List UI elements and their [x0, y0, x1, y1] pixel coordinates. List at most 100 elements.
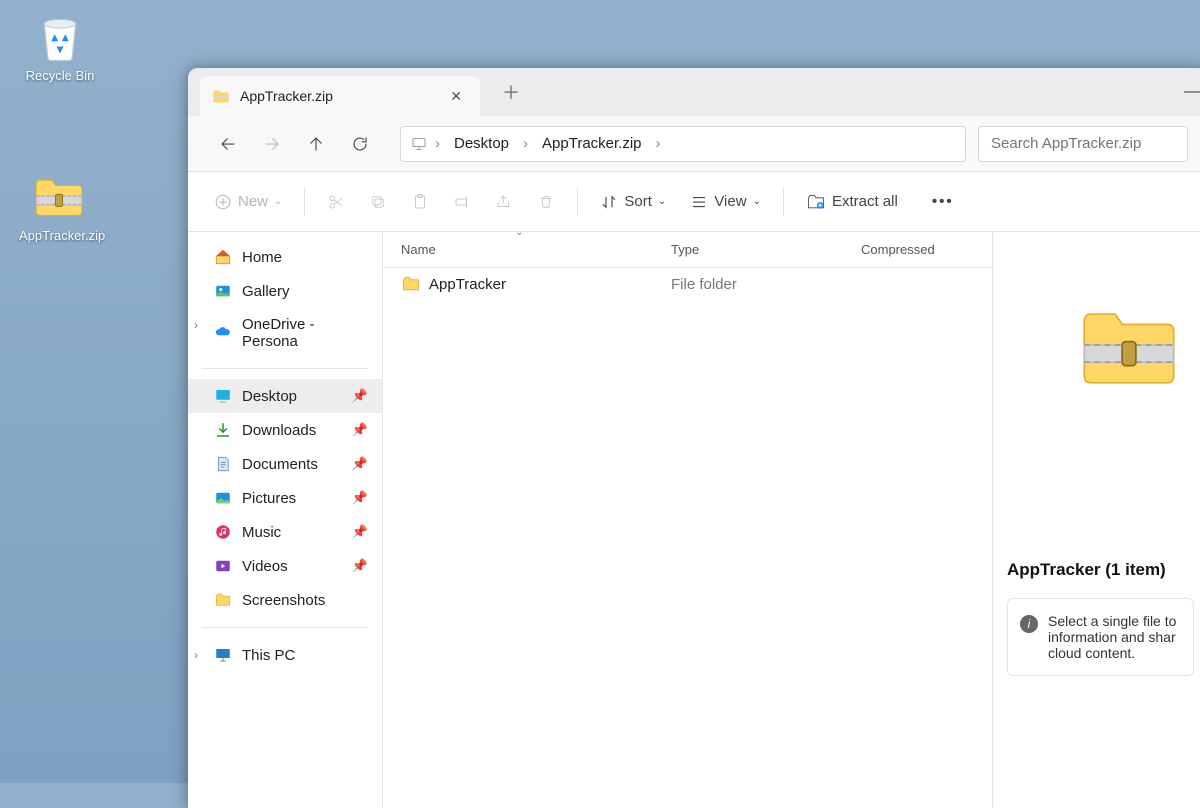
extract-all-button[interactable]: Extract all	[796, 186, 908, 218]
file-name: AppTracker	[429, 276, 506, 293]
pin-icon[interactable]: 📌	[352, 524, 368, 540]
sort-indicator-icon: ⌄	[515, 232, 523, 238]
share-icon	[495, 193, 513, 211]
details-title: AppTracker (1 item)	[1007, 560, 1194, 580]
view-button[interactable]: View ⌄	[680, 187, 771, 217]
arrow-right-icon	[263, 135, 281, 153]
minimize-button[interactable]: —	[1176, 83, 1200, 101]
zip-folder-icon	[31, 168, 87, 224]
sidebar-item-downloads[interactable]: Downloads 📌	[188, 413, 382, 447]
onedrive-icon	[214, 324, 232, 342]
sidebar-item-home[interactable]: Home	[188, 240, 382, 274]
sidebar-item-label: Pictures	[242, 490, 296, 507]
pin-icon[interactable]: 📌	[352, 490, 368, 506]
file-type: File folder	[671, 276, 861, 293]
videos-icon	[214, 557, 232, 575]
refresh-icon	[351, 135, 369, 153]
sidebar-item-label: Screenshots	[242, 592, 325, 609]
file-row-apptracker[interactable]: AppTracker File folder	[383, 268, 992, 300]
new-button[interactable]: New ⌄	[204, 187, 292, 217]
sidebar: Home Gallery › OneDrive - Persona Deskto…	[188, 232, 383, 808]
tab-close-button[interactable]: ✕	[444, 84, 468, 109]
tab-title: AppTracker.zip	[240, 88, 434, 104]
plus-circle-icon	[214, 193, 232, 211]
sidebar-item-label: Downloads	[242, 422, 316, 439]
paste-button[interactable]	[401, 187, 439, 217]
column-headers: ⌄ Name Type Compressed	[383, 232, 992, 268]
refresh-button[interactable]	[340, 126, 380, 162]
column-header-name[interactable]: Name	[401, 242, 671, 257]
pin-icon[interactable]: 📌	[352, 456, 368, 472]
recycle-bin-icon	[32, 8, 88, 64]
sidebar-item-pictures[interactable]: Pictures 📌	[188, 481, 382, 515]
up-button[interactable]	[296, 126, 336, 162]
copy-button[interactable]	[359, 187, 397, 217]
desktop-icon-recycle-bin[interactable]: Recycle Bin	[20, 8, 100, 83]
address-bar[interactable]: › Desktop › AppTracker.zip ›	[400, 126, 966, 162]
clipboard-icon	[411, 193, 429, 211]
monitor-icon	[411, 136, 427, 152]
sort-icon	[600, 193, 618, 211]
folder-icon	[214, 591, 232, 609]
sidebar-item-documents[interactable]: Documents 📌	[188, 447, 382, 481]
column-header-type[interactable]: Type	[671, 242, 861, 257]
desktop-icon-apptracker-zip[interactable]: AppTracker.zip	[19, 168, 99, 243]
back-button[interactable]	[208, 126, 248, 162]
sidebar-item-label: Music	[242, 524, 281, 541]
download-icon	[214, 421, 232, 439]
pin-icon[interactable]: 📌	[352, 422, 368, 438]
chevron-right-icon[interactable]: ›	[194, 318, 198, 332]
sidebar-item-label: Home	[242, 249, 282, 266]
breadcrumb-apptracker[interactable]: AppTracker.zip	[536, 135, 648, 152]
new-tab-button[interactable]: ＋	[492, 71, 530, 113]
tab-apptracker[interactable]: AppTracker.zip ✕	[200, 76, 480, 116]
desktop-icon	[214, 387, 232, 405]
sidebar-item-desktop[interactable]: Desktop 📌	[188, 379, 382, 413]
delete-button[interactable]	[527, 187, 565, 217]
sort-button[interactable]: Sort ⌄	[590, 187, 676, 217]
details-info-box: i Select a single file to information an…	[1007, 598, 1194, 676]
column-header-compressed[interactable]: Compressed	[861, 242, 992, 257]
arrow-up-icon	[307, 135, 325, 153]
share-button[interactable]	[485, 187, 523, 217]
toolbar: New ⌄ Sort ⌄ View ⌄ Extract all •••	[188, 172, 1200, 232]
breadcrumb-desktop[interactable]: Desktop	[448, 135, 515, 152]
sidebar-item-this-pc[interactable]: This PC	[188, 638, 382, 672]
home-icon	[214, 248, 232, 266]
view-list-icon	[690, 193, 708, 211]
more-button[interactable]: •••	[922, 187, 964, 216]
details-pane: AppTracker (1 item) i Select a single fi…	[993, 232, 1200, 808]
toolbar-label: New	[238, 193, 268, 210]
sidebar-item-label: Documents	[242, 456, 318, 473]
document-icon	[214, 455, 232, 473]
music-icon	[214, 523, 232, 541]
search-input[interactable]	[978, 126, 1188, 162]
desktop-icon-label: Recycle Bin	[20, 68, 100, 83]
pin-icon[interactable]: 📌	[352, 388, 368, 404]
ellipsis-icon: •••	[932, 193, 954, 210]
sidebar-item-screenshots[interactable]: Screenshots	[188, 583, 382, 617]
desktop-icon-label: AppTracker.zip	[19, 228, 99, 243]
sidebar-item-videos[interactable]: Videos 📌	[188, 549, 382, 583]
copy-icon	[369, 193, 387, 211]
toolbar-label: Sort	[624, 193, 652, 210]
trash-icon	[537, 193, 555, 211]
this-pc-icon	[214, 646, 232, 664]
sidebar-item-label: Gallery	[242, 283, 290, 300]
info-icon: i	[1020, 615, 1038, 633]
sidebar-item-onedrive[interactable]: OneDrive - Persona	[188, 308, 382, 358]
forward-button[interactable]	[252, 126, 292, 162]
details-info-text: Select a single file to information and …	[1048, 613, 1181, 661]
extract-folder-icon	[806, 192, 826, 212]
chevron-right-icon: ›	[652, 135, 665, 152]
sidebar-item-gallery[interactable]: Gallery	[188, 274, 382, 308]
pictures-icon	[214, 489, 232, 507]
zip-folder-large-icon	[1064, 290, 1194, 400]
chevron-right-icon: ›	[431, 135, 444, 152]
rename-button[interactable]	[443, 187, 481, 217]
sidebar-item-label: Desktop	[242, 388, 297, 405]
chevron-right-icon[interactable]: ›	[194, 648, 198, 662]
sidebar-item-music[interactable]: Music 📌	[188, 515, 382, 549]
pin-icon[interactable]: 📌	[352, 558, 368, 574]
cut-button[interactable]	[317, 187, 355, 217]
